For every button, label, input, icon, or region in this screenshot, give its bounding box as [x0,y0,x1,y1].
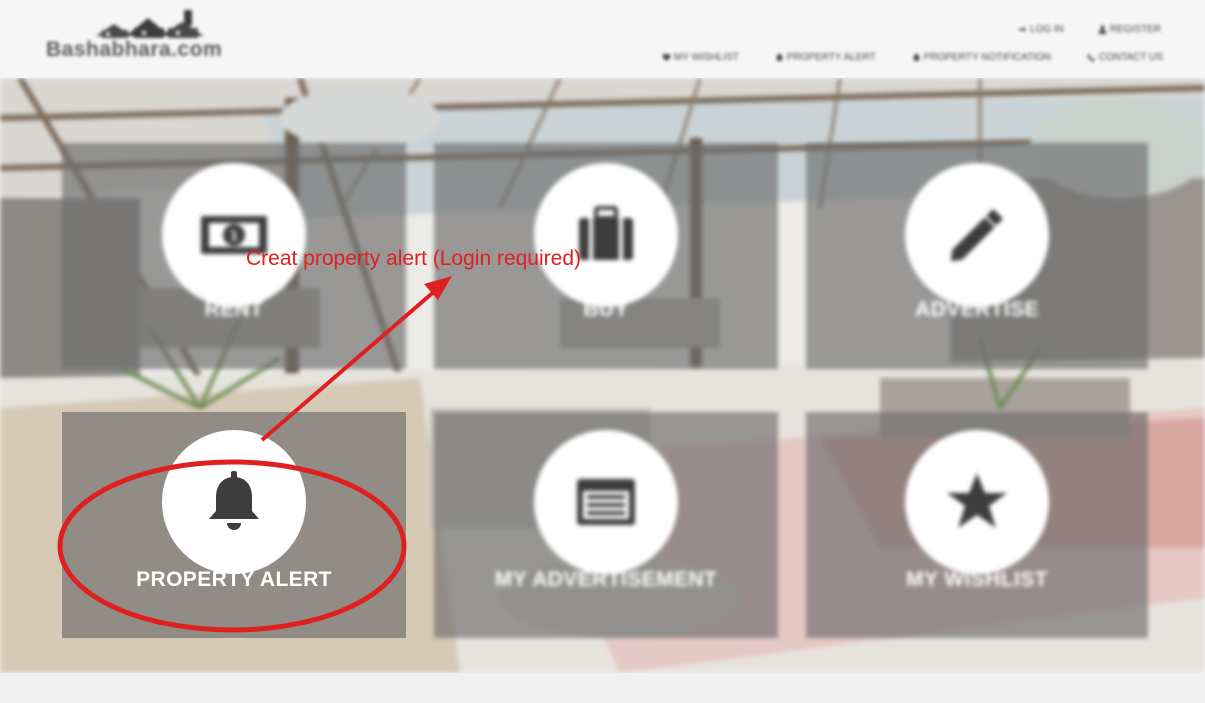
nav-property-alert[interactable]: PROPERTY ALERT [775,52,876,63]
tile-my-advertisement[interactable]: MY ADVERTISEMENT [434,412,778,638]
star-icon [947,473,1007,528]
account-nav: LOG IN REGISTER [1018,24,1161,35]
tile-advertise-label: ADVERTISE [915,298,1039,321]
bell-icon [209,471,259,530]
tile-rent-icon-circle: 1 [162,163,306,307]
tile-buy-label: BUY [583,298,629,321]
nav-property-alert-label: PROPERTY ALERT [786,52,876,63]
site-header: Bashabhara.com LOG IN REGISTER MY WISHLI… [0,0,1205,78]
phone-icon [1087,53,1096,62]
pencil-icon [950,209,1003,262]
login-icon [1018,26,1027,33]
tile-advertise-icon-circle [905,163,1049,307]
bell-icon [775,53,783,62]
bell-icon [912,53,920,62]
list-window-icon [577,479,635,525]
tile-rent-label: RENT [204,298,264,321]
heart-icon [662,53,671,62]
login-link[interactable]: LOG IN [1018,24,1064,35]
nav-contact-us[interactable]: CONTACT US [1087,52,1163,63]
nav-my-wishlist-label: MY WISHLIST [673,52,739,63]
tile-my-advertisement-icon-circle [534,430,678,574]
page: Bashabhara.com LOG IN REGISTER MY WISHLI… [0,0,1205,703]
tile-my-wishlist-label: MY WISHLIST [906,568,1048,591]
tile-my-wishlist-icon-circle [905,430,1049,574]
register-label: REGISTER [1109,24,1161,35]
annotation-text: Creat property alert (Login required) [246,247,581,270]
footer-strip [0,673,1205,703]
tile-property-alert-label: PROPERTY ALERT [136,568,332,591]
tile-my-advertisement-label: MY ADVERTISEMENT [494,568,718,591]
main-nav: MY WISHLIST PROPERTY ALERT PROPERTY NOTI… [662,52,1163,63]
nav-property-notification-label: PROPERTY NOTIFICATION [923,52,1051,63]
register-link[interactable]: REGISTER [1098,24,1161,35]
house-logo-icon [96,10,204,38]
login-label: LOG IN [1029,24,1064,35]
tile-buy-icon-circle [534,163,678,307]
tile-my-wishlist[interactable]: MY WISHLIST [806,412,1148,638]
nav-contact-us-label: CONTACT US [1098,52,1163,63]
nav-my-wishlist[interactable]: MY WISHLIST [662,52,739,63]
logo-text: Bashabhara.com [46,38,223,61]
nav-property-notification[interactable]: PROPERTY NOTIFICATION [912,52,1051,63]
tile-property-alert-icon-circle [162,430,306,574]
tile-property-alert[interactable]: PROPERTY ALERT [62,412,406,638]
tile-advertise[interactable]: ADVERTISE [806,143,1148,369]
site-logo[interactable]: Bashabhara.com [40,6,250,70]
svg-text:1: 1 [230,227,238,243]
user-icon [1098,25,1107,34]
